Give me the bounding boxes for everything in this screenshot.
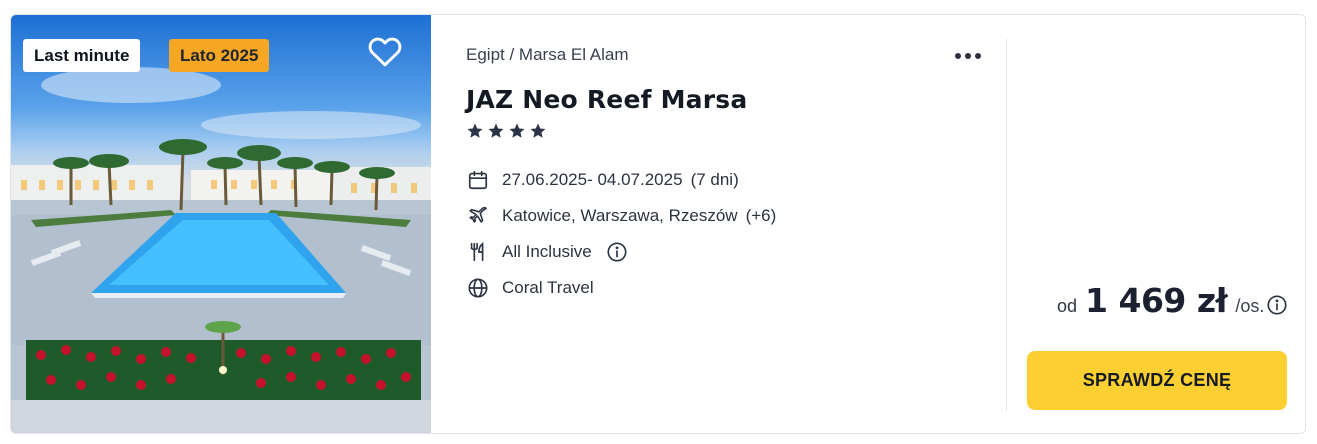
star-icon xyxy=(467,123,483,138)
price-unit: /os. xyxy=(1235,296,1265,316)
trip-duration: (7 dni) xyxy=(690,170,739,189)
board-type: All Inclusive xyxy=(502,242,592,261)
calendar-icon xyxy=(466,168,490,192)
globe-icon xyxy=(466,276,490,300)
location-breadcrumb[interactable]: Egipt / Marsa El Alam xyxy=(466,43,986,67)
star-rating xyxy=(466,122,986,140)
season-badge: Lato 2025 xyxy=(169,39,270,72)
offer-card[interactable]: Last minute Lato 2025 Egipt / Marsa El A… xyxy=(10,14,1306,434)
star-icon xyxy=(488,123,504,138)
more-dots-icon xyxy=(975,53,981,59)
more-options-button[interactable] xyxy=(948,45,988,67)
board-row: All Inclusive xyxy=(466,234,986,270)
more-dots-icon xyxy=(955,53,961,59)
price-prefix: od xyxy=(1057,296,1078,316)
vertical-divider xyxy=(1006,39,1007,411)
last-minute-badge: Last minute xyxy=(23,39,141,72)
hotel-photo[interactable]: Last minute Lato 2025 xyxy=(11,15,431,433)
more-departures[interactable]: (+6) xyxy=(746,206,777,226)
tour-operator: Coral Travel xyxy=(502,278,594,297)
price-amount: 1 469 zł xyxy=(1085,281,1228,320)
info-icon[interactable] xyxy=(606,241,628,263)
date-range: 27.06.2025- 04.07.2025 xyxy=(502,170,683,189)
hotel-name[interactable]: JAZ Neo Reef Marsa xyxy=(466,85,986,114)
star-icon xyxy=(530,123,546,138)
favorite-button[interactable] xyxy=(367,35,407,75)
price-box: od 1 469 zł /os. xyxy=(1057,281,1264,320)
plane-icon xyxy=(466,204,490,228)
heart-outline-icon xyxy=(368,37,402,67)
food-icon xyxy=(466,240,490,264)
operator-row: Coral Travel xyxy=(466,270,986,306)
offer-info: Egipt / Marsa El Alam JAZ Neo Reef Marsa xyxy=(466,43,986,306)
price-info-icon[interactable] xyxy=(1266,294,1288,320)
dates-row: 27.06.2025- 04.07.2025 (7 dni) xyxy=(466,162,986,198)
hotel-photo-illustration xyxy=(11,67,431,433)
star-icon xyxy=(509,123,525,138)
more-dots-icon xyxy=(965,53,971,59)
check-price-button[interactable]: SPRAWDŹ CENĘ xyxy=(1027,351,1287,410)
departure-cities: Katowice, Warszawa, Rzeszów xyxy=(502,206,738,225)
departures-row: Katowice, Warszawa, Rzeszów (+6) xyxy=(466,198,986,234)
